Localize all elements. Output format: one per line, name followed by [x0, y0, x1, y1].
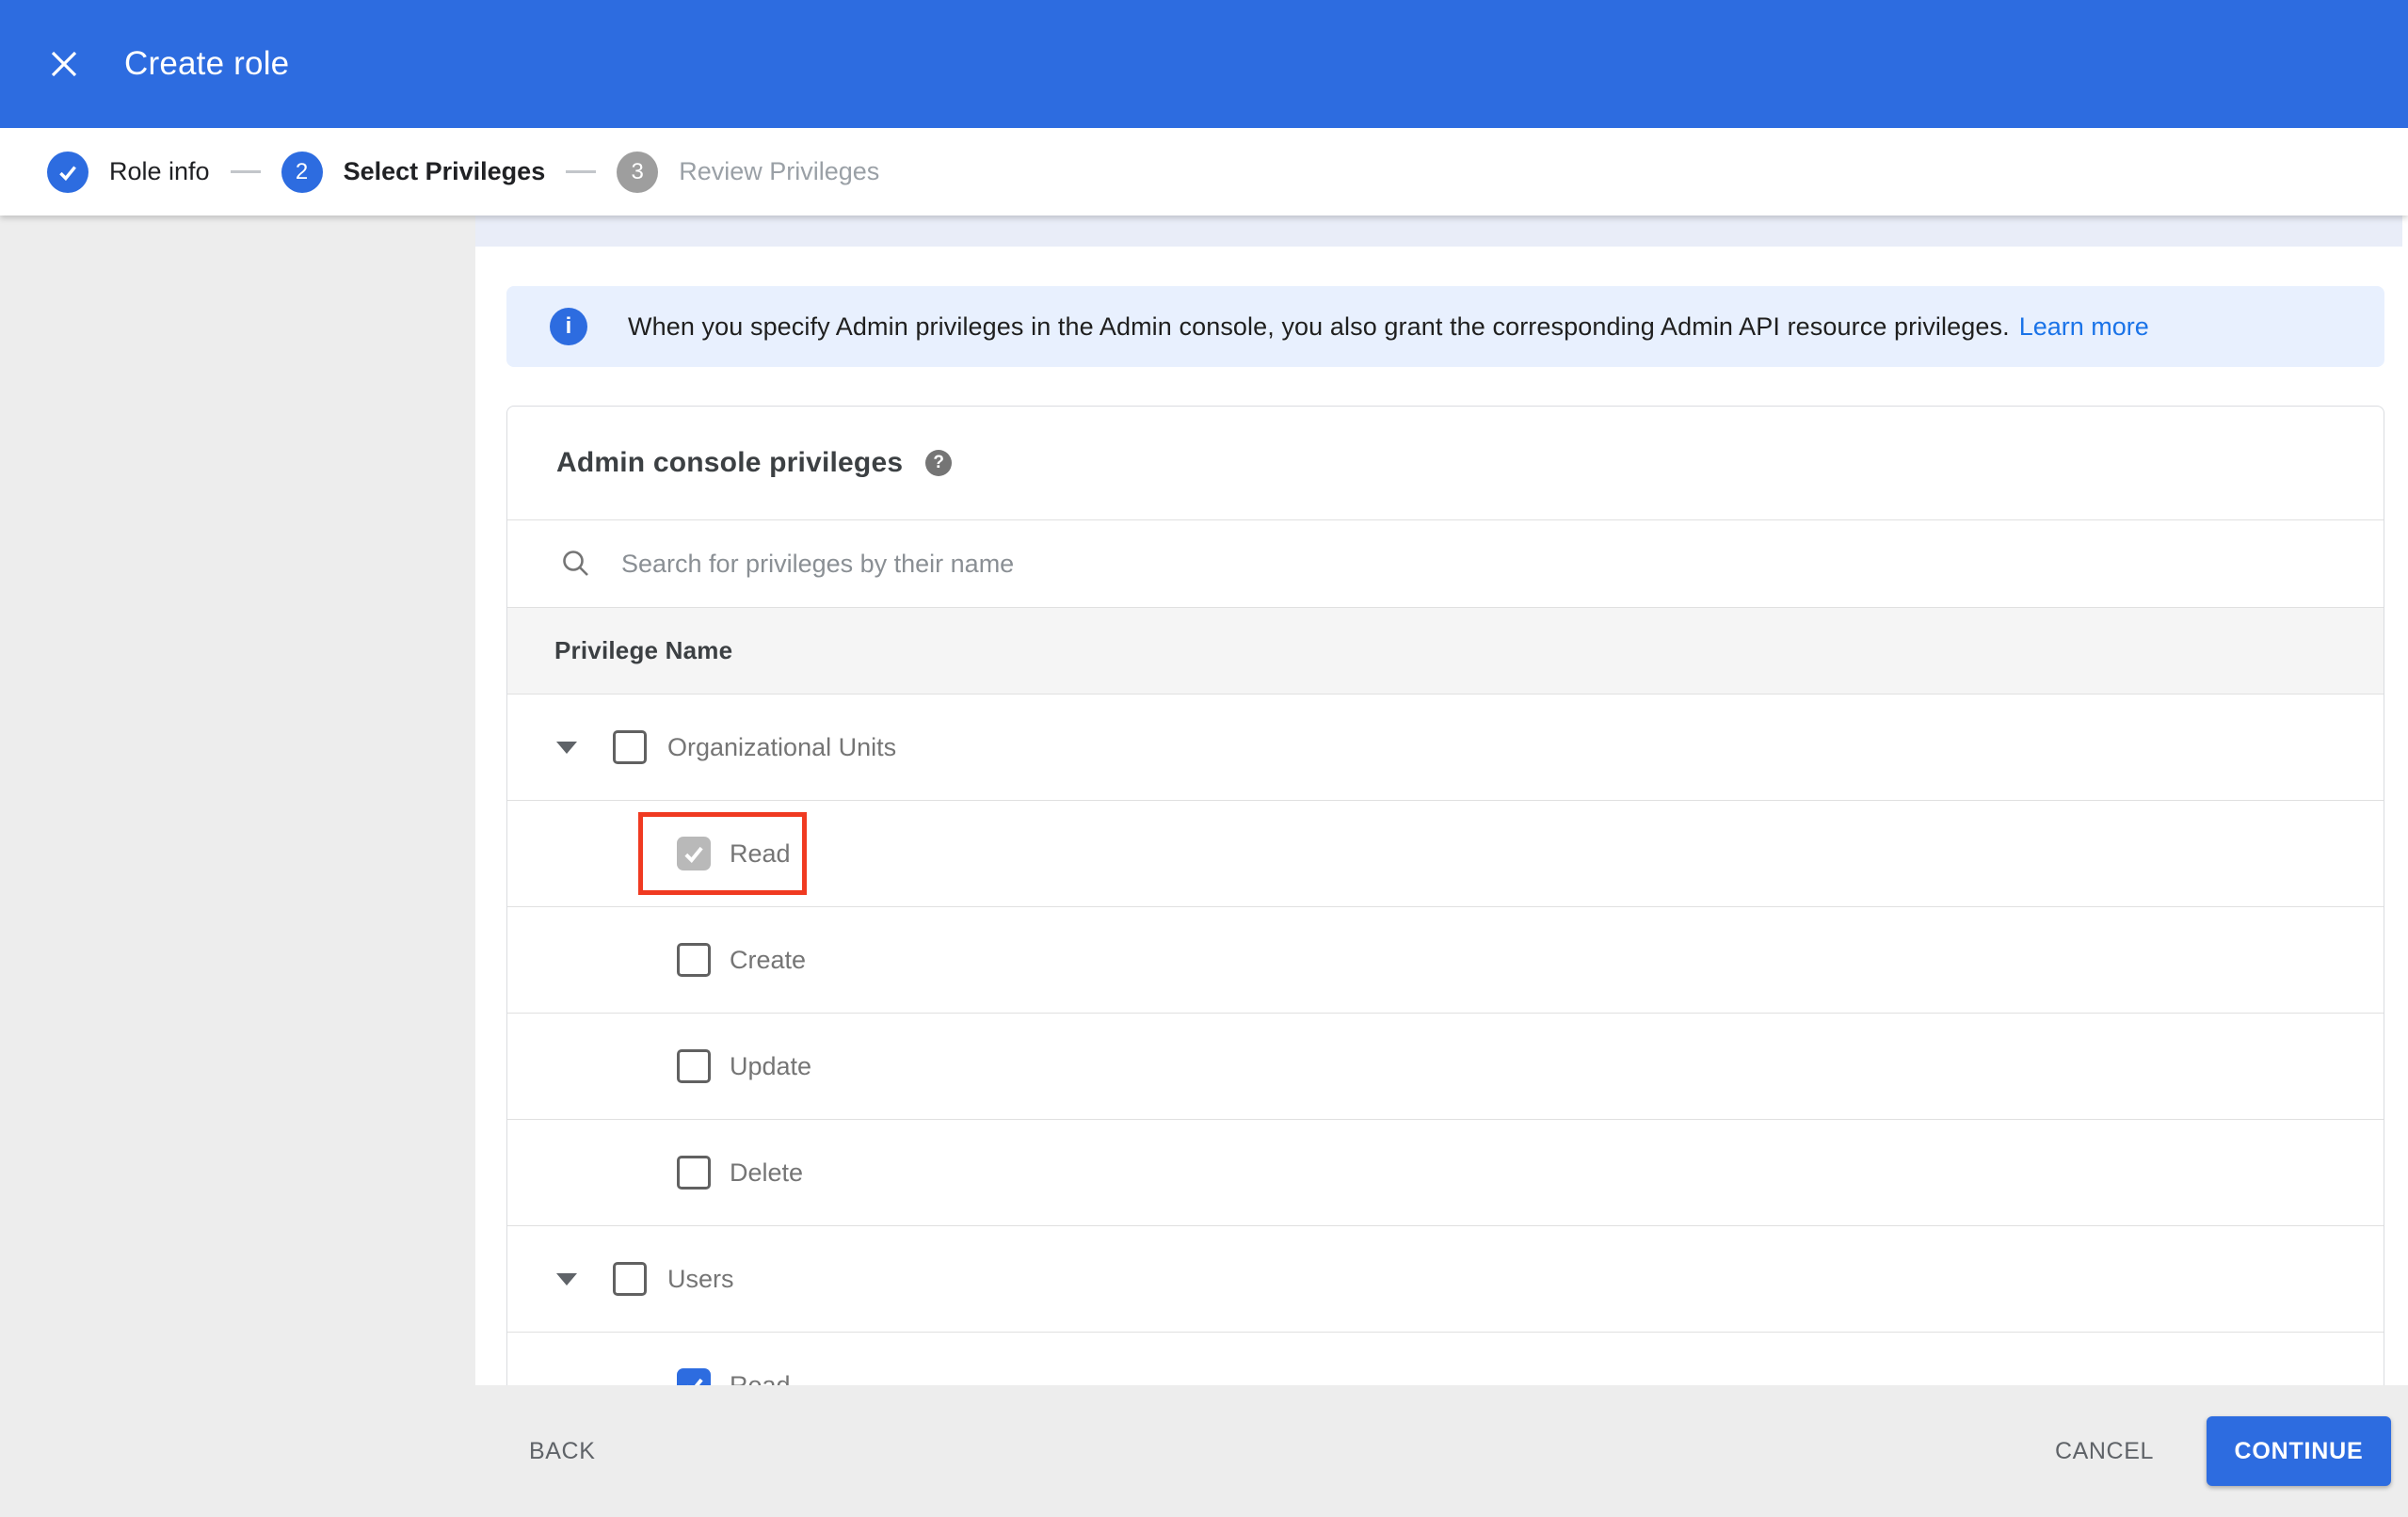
search-row [507, 519, 2384, 607]
step-label: Role info [109, 157, 210, 185]
privileges-card: Admin console privileges ? Privilege Nam… [506, 406, 2384, 1517]
privilege-label: Read [730, 838, 791, 868]
step-label: Review Privileges [679, 157, 880, 185]
privilege-label: Users [667, 1264, 734, 1293]
privilege-label: Organizational Units [667, 732, 897, 761]
privilege-label: Update [730, 1051, 812, 1080]
info-banner-text: When you specify Admin privileges in the… [628, 311, 2010, 341]
dialog-header: Create role [0, 0, 2408, 128]
table-row-users: Users [507, 1225, 2384, 1332]
footer-bar: BACK CANCEL CONTINUE [0, 1385, 2408, 1517]
checkbox-wrap: Users [613, 1262, 734, 1296]
table-row-organizational-units: Organizational Units [507, 694, 2384, 800]
check-icon [684, 846, 703, 863]
privilege-label: Delete [730, 1158, 804, 1187]
main-content: i When you specify Admin privileges in t… [475, 216, 2408, 1517]
card-header: Admin console privileges ? [507, 407, 2384, 519]
scrolled-content-strip [475, 216, 2402, 247]
step-role-info[interactable]: Role info [47, 151, 210, 193]
step-select-privileges[interactable]: 2 Select Privileges [281, 151, 546, 193]
checkbox-read[interactable] [677, 837, 711, 870]
column-header: Privilege Name [507, 607, 2384, 694]
checkbox-update[interactable] [677, 1049, 711, 1083]
step-number-circle: 3 [617, 151, 659, 193]
step-number-circle: 2 [281, 151, 323, 193]
check-icon [59, 165, 76, 181]
info-banner: i When you specify Admin privileges in t… [506, 286, 2384, 367]
cancel-button[interactable]: CANCEL [2055, 1438, 2154, 1465]
table-row-update: Update [507, 1013, 2384, 1119]
privilege-label: Create [730, 945, 807, 974]
expand-triangle-icon[interactable] [556, 1272, 577, 1285]
card-title: Admin console privileges [556, 447, 904, 478]
step-label: Select Privileges [343, 157, 546, 185]
checkbox-users[interactable] [613, 1262, 647, 1296]
checkbox-delete[interactable] [677, 1156, 711, 1190]
checkbox-create[interactable] [677, 943, 711, 977]
step-review-privileges[interactable]: 3 Review Privileges [617, 151, 880, 193]
checkbox-wrap: Update [677, 1049, 811, 1083]
stepper: Role info 2 Select Privileges 3 Review P… [0, 128, 2408, 216]
search-input[interactable] [621, 549, 2127, 579]
back-button[interactable]: BACK [529, 1438, 595, 1465]
page-title: Create role [124, 45, 290, 82]
help-icon[interactable]: ? [925, 450, 953, 476]
privilege-rows: Organizational Units Read Create Update Dele… [507, 694, 2384, 1438]
info-icon: i [550, 308, 587, 345]
expand-triangle-icon[interactable] [556, 741, 577, 754]
checkbox-wrap: Organizational Units [613, 730, 896, 764]
learn-more-link[interactable]: Learn more [2019, 312, 2149, 342]
step-connector [566, 170, 597, 173]
table-row-read: Read [507, 800, 2384, 906]
search-icon [563, 551, 588, 576]
step-connector [230, 170, 261, 173]
continue-button[interactable]: CONTINUE [2207, 1416, 2391, 1486]
close-button[interactable] [34, 34, 94, 94]
checkbox-organizational-units[interactable] [613, 730, 647, 764]
table-row-delete: Delete [507, 1119, 2384, 1225]
checkbox-wrap: Delete [677, 1156, 803, 1190]
table-row-create: Create [507, 906, 2384, 1013]
step-complete-circle [47, 151, 88, 193]
highlight-box: Read [638, 812, 807, 895]
checkbox-wrap: Create [677, 943, 806, 977]
close-icon [51, 51, 77, 77]
